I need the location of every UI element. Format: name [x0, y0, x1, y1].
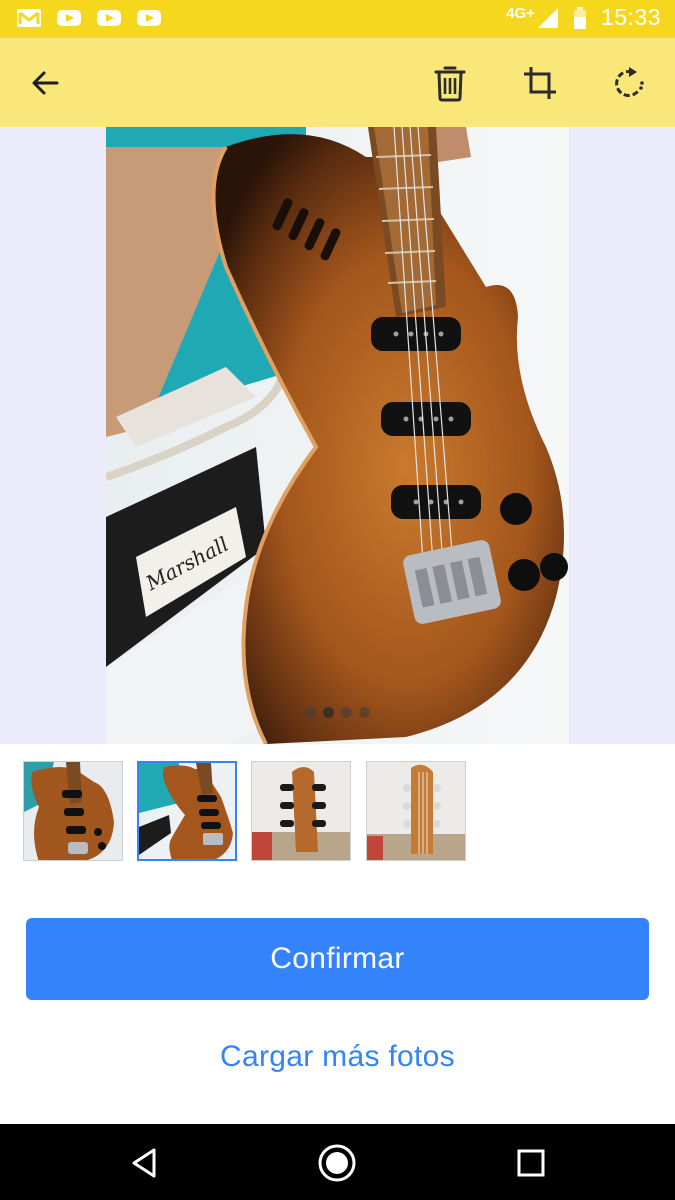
pager-dot[interactable] [341, 707, 352, 718]
nav-recents-button[interactable] [506, 1138, 556, 1188]
signal-icon [537, 7, 558, 28]
confirm-button[interactable]: Confirmar [26, 918, 649, 1000]
youtube-icon [137, 10, 161, 26]
thumbnail-strip [0, 744, 675, 874]
thumbnail-3[interactable] [251, 761, 351, 861]
nav-home-icon [318, 1144, 356, 1182]
thumbnail-image [252, 762, 350, 860]
youtube-icon [97, 10, 121, 26]
network-type: 4G+ [506, 5, 535, 22]
system-nav-bar [0, 1124, 675, 1200]
rotate-button[interactable] [607, 60, 653, 106]
thumbnail-1[interactable] [23, 761, 123, 861]
guitar-photo: Marshall [106, 127, 569, 744]
nav-recents-icon [517, 1149, 545, 1177]
main-photo[interactable]: Marshall [106, 127, 569, 744]
battery-icon [573, 6, 586, 29]
pager-dot[interactable] [359, 707, 370, 718]
load-more-photos-link[interactable]: Cargar más fotos [0, 1030, 675, 1084]
crop-icon [524, 67, 556, 99]
crop-button[interactable] [517, 60, 563, 106]
nav-back-button[interactable] [119, 1138, 169, 1188]
thumbnail-4[interactable] [366, 761, 466, 861]
system-status: 4G+ 15:33 [506, 4, 661, 31]
notification-icons [16, 8, 162, 28]
thumbnail-image [139, 763, 235, 859]
trash-icon [434, 66, 466, 102]
pager-dot-active[interactable] [323, 707, 334, 718]
delete-button[interactable] [427, 60, 473, 106]
toolbar [0, 38, 675, 127]
status-bar: 4G+ 15:33 [0, 0, 675, 38]
photo-viewer: Marshall [0, 127, 675, 744]
nav-home-button[interactable] [312, 1138, 362, 1188]
thumbnail-image [24, 762, 122, 860]
thumbnail-image [367, 762, 465, 860]
gmail-icon [17, 9, 41, 27]
thumbnail-2[interactable] [137, 761, 237, 861]
pager-dot[interactable] [305, 707, 316, 718]
rotate-icon [615, 67, 644, 97]
youtube-icon [57, 10, 81, 26]
back-arrow-icon [32, 71, 59, 95]
nav-back-icon [132, 1148, 156, 1178]
pager-dots [305, 707, 370, 718]
clock: 15:33 [600, 4, 661, 30]
back-button[interactable] [22, 60, 68, 106]
